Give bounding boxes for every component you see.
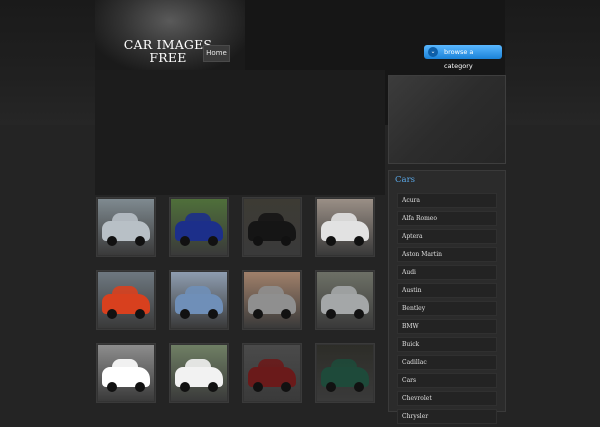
category-item[interactable]: Audi — [397, 265, 497, 280]
category-sidebar: Cars Acura Alfa Romeo Aptera Aston Marti… — [388, 170, 506, 424]
category-item[interactable]: Cadillac — [397, 355, 497, 370]
wheel-shape — [354, 309, 364, 319]
category-item[interactable]: BMW — [397, 319, 497, 334]
car-thumbnail[interactable] — [242, 343, 302, 403]
wheel-shape — [326, 382, 336, 392]
sidebar-ad-box — [388, 75, 506, 164]
black-sedan-photo — [244, 199, 300, 255]
sidebar-title: Cars — [395, 175, 415, 185]
wheel-shape — [107, 309, 117, 319]
white-wagon-photo — [317, 199, 373, 255]
car-thumbnail[interactable] — [315, 270, 375, 330]
white-suv-photo — [98, 345, 154, 401]
wheel-shape — [354, 236, 364, 246]
wheel-shape — [180, 309, 190, 319]
category-item[interactable]: Bentley — [397, 301, 497, 316]
blue-classic-sedan-photo — [171, 272, 227, 328]
silver-bmw-sedan-photo — [98, 199, 154, 255]
wheel-shape — [326, 309, 336, 319]
white-sports-car-photo — [171, 345, 227, 401]
category-item[interactable]: Austin — [397, 283, 497, 298]
dark-red-car-photo — [244, 345, 300, 401]
wheel-shape — [281, 309, 291, 319]
category-item[interactable]: Aston Martin — [397, 247, 497, 262]
featured-area — [95, 70, 385, 195]
category-item[interactable]: Chevrolet — [397, 391, 497, 406]
wheel-shape — [135, 382, 145, 392]
category-list: Acura Alfa Romeo Aptera Aston Martin Aud… — [397, 193, 497, 427]
wheel-shape — [107, 382, 117, 392]
car-thumbnail[interactable] — [96, 270, 156, 330]
category-item[interactable]: Buick — [397, 337, 497, 352]
wheel-shape — [208, 382, 218, 392]
red-mustang-photo — [98, 272, 154, 328]
wheel-shape — [253, 236, 263, 246]
nav-home-link[interactable]: Home — [203, 45, 230, 62]
wheel-shape — [253, 309, 263, 319]
grey-minivan-photo — [317, 272, 373, 328]
car-thumbnail[interactable] — [169, 343, 229, 403]
category-item[interactable]: Chrysler — [397, 409, 497, 424]
car-thumbnail[interactable] — [315, 197, 375, 257]
wheel-shape — [326, 236, 336, 246]
car-thumbnail[interactable] — [315, 343, 375, 403]
browse-category-label: browse a category — [444, 48, 474, 70]
car-thumbnail[interactable] — [96, 343, 156, 403]
car-thumbnail[interactable] — [169, 270, 229, 330]
category-item[interactable]: Alfa Romeo — [397, 211, 497, 226]
silver-pickup-photo — [244, 272, 300, 328]
wheel-shape — [208, 309, 218, 319]
wheel-shape — [135, 309, 145, 319]
car-thumbnail[interactable] — [242, 197, 302, 257]
blue-coupe-photo — [171, 199, 227, 255]
category-item[interactable]: Acura — [397, 193, 497, 208]
green-sedan-photo — [317, 345, 373, 401]
wheel-shape — [253, 382, 263, 392]
wheel-shape — [281, 236, 291, 246]
wheel-shape — [135, 236, 145, 246]
wheel-shape — [281, 382, 291, 392]
category-item[interactable]: Cars — [397, 373, 497, 388]
wheel-shape — [208, 236, 218, 246]
wheel-shape — [107, 236, 117, 246]
car-thumbnail[interactable] — [242, 270, 302, 330]
wheel-shape — [354, 382, 364, 392]
chevron-down-icon: ⌄ — [428, 47, 438, 57]
wheel-shape — [180, 382, 190, 392]
browse-category-button[interactable]: ⌄ browse a category — [424, 45, 502, 70]
car-thumbnail[interactable] — [169, 197, 229, 257]
car-thumbnail[interactable] — [96, 197, 156, 257]
wheel-shape — [180, 236, 190, 246]
category-item[interactable]: Aptera — [397, 229, 497, 244]
